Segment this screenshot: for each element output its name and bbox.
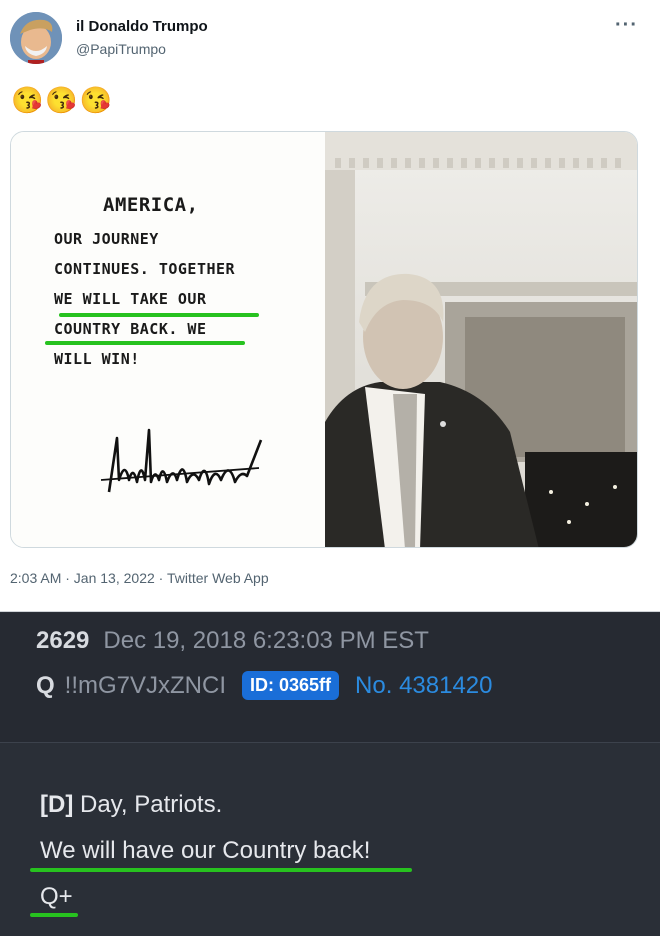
avatar[interactable] [10, 12, 62, 64]
highlight-underline [30, 913, 78, 917]
id-badge[interactable]: ID: 0365ff [242, 671, 340, 700]
post-tag: [D] [40, 791, 74, 818]
photo-image [325, 132, 637, 547]
post-meta-row: 2629 Dec 19, 2018 6:23:03 PM EST [36, 627, 429, 655]
tweet-media[interactable]: America, Our journey continues. Together… [10, 131, 638, 548]
highlight-underline [59, 313, 259, 317]
poster-name: Q [36, 671, 55, 699]
post-line: [D] Day, Patriots. [40, 791, 222, 819]
post-author-row: Q !!mG7VJxZNCI ID: 0365ff No. 4381420 [36, 671, 493, 700]
more-icon[interactable]: ··· [615, 14, 638, 37]
note-line: We will take our [54, 290, 207, 308]
highlight-underline [30, 868, 412, 872]
kiss-emoji-icon: 😘 [45, 85, 78, 115]
user-handle[interactable]: @PapiTrumpo [76, 41, 166, 57]
post-line-text: Day, Patriots. [73, 791, 223, 818]
note-line: will WIN! [54, 350, 140, 368]
tripcode: !!mG7VJxZNCI [64, 671, 227, 699]
post-header: 2629 Dec 19, 2018 6:23:03 PM EST Q !!mG7… [0, 613, 660, 743]
post-date: Dec 19, 2018 6:23:03 PM EST [103, 627, 429, 654]
note-line: America, [103, 194, 199, 216]
tweet-card: il Donaldo Trumpo @PapiTrumpo ··· 😘 😘 😘 … [0, 0, 660, 612]
note-line: Our journey [54, 230, 159, 248]
post-signoff: Q+ [40, 883, 73, 910]
kiss-emoji-icon: 😘 [11, 85, 44, 115]
kiss-emoji-icon: 😘 [79, 85, 113, 115]
note-line: Country back. We [54, 320, 207, 338]
tweet-text: 😘 😘 😘 [11, 85, 112, 115]
highlight-underline [45, 341, 245, 345]
post-line: We will have our Country back! [40, 837, 371, 864]
display-name[interactable]: il Donaldo Trumpo [76, 18, 208, 35]
note-line: continues. Together [54, 260, 236, 278]
tweet-timestamp[interactable]: 2:03 AM · Jan 13, 2022 · Twitter Web App [10, 570, 269, 586]
q-post-panel: 2629 Dec 19, 2018 6:23:03 PM EST Q !!mG7… [0, 613, 660, 936]
post-number-link[interactable]: No. 4381420 [355, 672, 492, 700]
signature [100, 428, 263, 493]
handwritten-note: America, Our journey continues. Together… [11, 132, 325, 547]
post-number: 2629 [36, 627, 90, 654]
